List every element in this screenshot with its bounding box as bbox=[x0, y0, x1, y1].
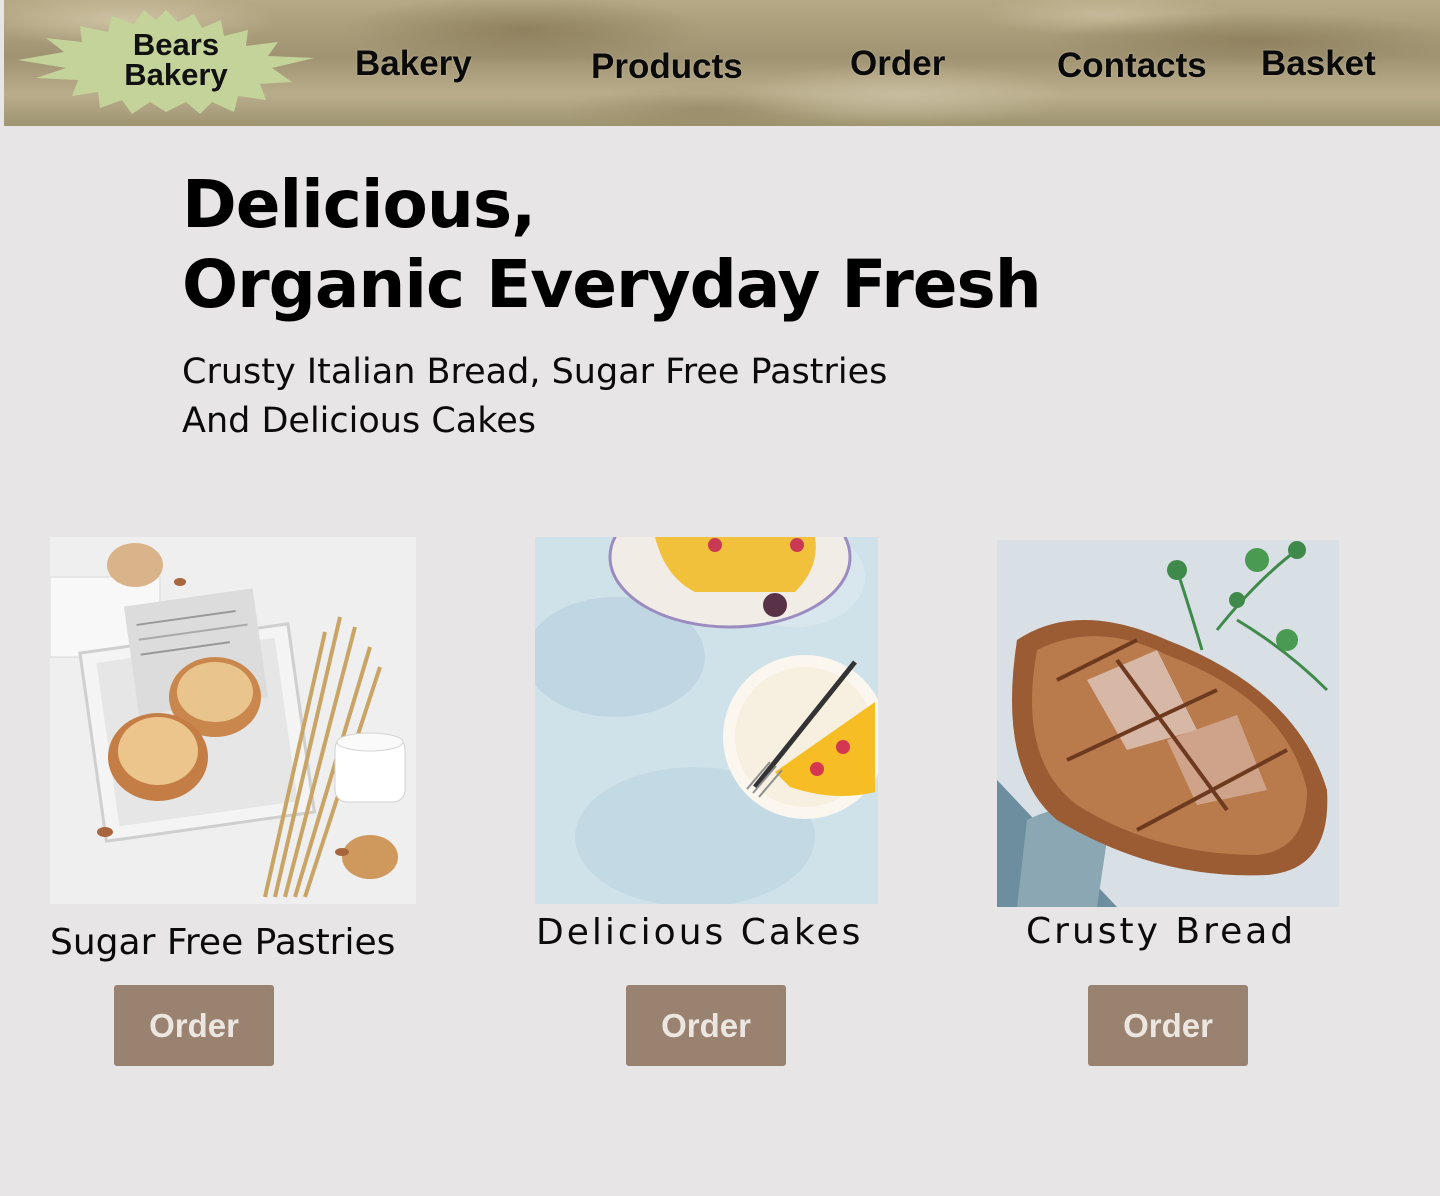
nav-basket[interactable]: Basket bbox=[1261, 44, 1376, 84]
hero-title-line-2: Organic Everyday Fresh bbox=[182, 246, 1042, 323]
product-title-bread: Crusty Bread bbox=[1026, 911, 1297, 952]
site-header: Bears Bakery Bakery Products Order Conta… bbox=[4, 0, 1440, 126]
nav-products[interactable]: Products bbox=[591, 47, 743, 87]
hero-subtitle-line-1: Crusty Italian Bread, Sugar Free Pastrie… bbox=[182, 352, 888, 392]
nav-contacts[interactable]: Contacts bbox=[1057, 46, 1207, 86]
product-title-cakes: Delicious Cakes bbox=[536, 912, 864, 953]
nav-order[interactable]: Order bbox=[850, 44, 945, 84]
logo[interactable]: Bears Bakery bbox=[16, 8, 316, 114]
hero-title-line-1: Delicious, bbox=[182, 166, 536, 243]
pastries-image bbox=[50, 537, 416, 904]
product-title-pastries: Sugar Free Pastries bbox=[50, 922, 396, 963]
logo-line-1: Bears bbox=[132, 27, 220, 62]
hero-title: Delicious, Organic Everyday Fresh bbox=[182, 165, 1042, 325]
hero-subtitle: Crusty Italian Bread, Sugar Free Pastrie… bbox=[182, 348, 887, 446]
logo-line-2: Bakery bbox=[124, 57, 228, 92]
hero-subtitle-line-2: And Delicious Cakes bbox=[182, 401, 536, 441]
order-button-pastries[interactable]: Order bbox=[114, 985, 274, 1066]
logo-text: Bears Bakery bbox=[106, 27, 246, 92]
nav-bakery[interactable]: Bakery bbox=[355, 44, 472, 84]
order-button-bread[interactable]: Order bbox=[1088, 985, 1248, 1066]
cakes-image bbox=[535, 537, 878, 904]
bread-image bbox=[997, 540, 1339, 907]
order-button-cakes[interactable]: Order bbox=[626, 985, 786, 1066]
